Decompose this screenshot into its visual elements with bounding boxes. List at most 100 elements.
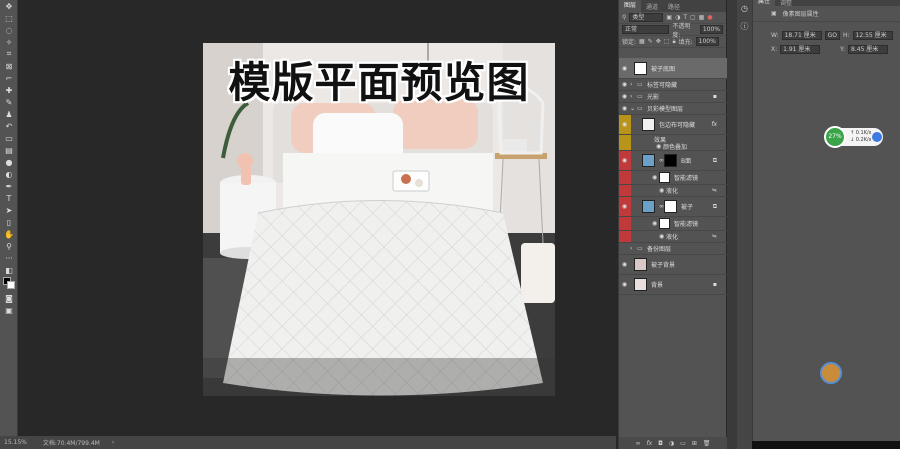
filter-options-icon[interactable]: ≒ (712, 187, 717, 194)
effect-row[interactable]: ◉ 颜色叠加 (619, 143, 727, 151)
visibility-eye-icon[interactable]: ◉ (619, 105, 630, 112)
expand-arrow-icon[interactable]: › (630, 245, 637, 252)
zoom-tool-icon[interactable]: ⚲ (0, 240, 18, 252)
expand-arrow-icon[interactable]: › (630, 81, 637, 88)
color-swatches[interactable] (0, 276, 17, 292)
document-canvas[interactable]: 模版平面预览图 (203, 43, 555, 396)
blend-mode-select[interactable]: 正常 (622, 25, 670, 34)
magic-wand-icon[interactable]: ✧ (0, 36, 18, 48)
visibility-eye-icon[interactable]: ◉ (659, 187, 666, 194)
accelerate-icon[interactable] (872, 132, 882, 142)
network-speed-widget[interactable]: 27% ↑ 0.1K/s ↓ 0.2K/s (824, 126, 883, 148)
smart-filter-row[interactable]: ◉ 智能滤镜 (619, 217, 727, 231)
pen-tool-icon[interactable]: ✒ (0, 180, 18, 192)
layer-group-row[interactable]: ◉ ⌄ ▭ 贝彩模型图层 (619, 103, 727, 115)
layer-row[interactable]: ◉ ∞ 被子 ⧉ (619, 197, 727, 217)
filter-options-icon[interactable]: ≒ (712, 233, 717, 240)
layer-filter-select[interactable]: 类型 (629, 13, 664, 22)
add-mask-icon[interactable]: ◘ (658, 440, 663, 447)
lock-artboard-icon[interactable]: ⬚ (664, 38, 670, 45)
lock-all-icon[interactable]: 🔒︎ (672, 38, 675, 46)
expand-arrow-icon[interactable]: ⌄ (630, 105, 637, 112)
lock-paint-icon[interactable]: ✎ (648, 38, 653, 45)
tab-adjustments[interactable]: 调整 (775, 0, 797, 6)
adjustment-layer-icon[interactable]: ◑ (669, 440, 674, 447)
smart-filter-row[interactable]: ◉ 智能滤镜 (619, 171, 727, 185)
tab-layers[interactable]: 图层 (619, 0, 642, 12)
canvas-area[interactable]: 模版平面预览图 (18, 0, 618, 436)
document-info[interactable]: 文档:70.4M/799.4M (43, 438, 100, 447)
link-layers-icon[interactable]: ∞ (636, 440, 641, 447)
tab-properties[interactable]: 属性 (753, 0, 776, 6)
x-input[interactable]: 1.91 厘米 (780, 44, 821, 54)
fill-input[interactable]: 100% (695, 37, 719, 46)
width-input[interactable]: 18.71 厘米 (781, 30, 822, 40)
zoom-level[interactable]: 15.15% (4, 439, 27, 446)
move-tool-icon[interactable]: ✥ (0, 0, 18, 12)
filter-pixel-icon[interactable]: ▣ (666, 14, 672, 21)
visibility-eye-icon[interactable]: ◉ (619, 93, 630, 100)
info-icon[interactable]: ⓘ (737, 21, 752, 32)
link-dimensions-button[interactable]: GO (824, 30, 840, 40)
height-input[interactable]: 12.55 厘米 (852, 30, 893, 40)
lock-move-icon[interactable]: ✥ (656, 38, 661, 45)
brush-tool-icon[interactable]: ✎ (0, 96, 18, 108)
frame-tool-icon[interactable]: ⊠ (0, 60, 18, 72)
hand-tool-icon[interactable]: ✋ (0, 228, 18, 240)
visibility-eye-icon[interactable]: ◉ (619, 261, 630, 268)
layer-row[interactable]: ◉ 包边布可隐藏 fx (619, 115, 727, 135)
visibility-eye-icon[interactable]: ◉ (659, 233, 666, 240)
filter-smart-icon[interactable]: ▦ (699, 14, 705, 21)
tab-paths[interactable]: 路径 (663, 2, 685, 11)
healing-brush-icon[interactable]: ✚ (0, 84, 18, 96)
eraser-tool-icon[interactable]: ▭ (0, 132, 18, 144)
visibility-eye-icon[interactable]: ◉ (619, 245, 630, 252)
tab-channels[interactable]: 通道 (641, 2, 663, 11)
marquee-tool-icon[interactable]: ⬚ (0, 12, 18, 24)
new-group-icon[interactable]: ▭ (680, 440, 686, 447)
visibility-eye-icon[interactable]: ◉ (652, 220, 659, 227)
type-tool-icon[interactable]: T (0, 192, 18, 204)
layer-group-row[interactable]: ◉ › ▭ 备份图层 (619, 243, 727, 255)
more-tools-icon[interactable]: ··· (0, 252, 18, 264)
new-layer-icon[interactable]: ⊞ (692, 440, 697, 447)
visibility-eye-icon[interactable]: ◉ (619, 203, 630, 210)
visibility-eye-icon[interactable]: ◉ (652, 174, 659, 181)
eyedropper-icon[interactable]: ⌐ (0, 72, 18, 84)
panel-collapse-strip[interactable] (727, 0, 737, 449)
visibility-eye-icon[interactable]: ◉ (619, 281, 630, 288)
rectangle-tool-icon[interactable]: ▯ (0, 216, 18, 228)
history-brush-icon[interactable]: ↶ (0, 120, 18, 132)
quick-mask-icon[interactable]: ◙ (0, 292, 18, 304)
visibility-eye-icon[interactable]: ◉ (619, 157, 630, 164)
layer-group-row[interactable]: ◉ › ▭ 标签可隐藏 (619, 79, 727, 91)
blur-tool-icon[interactable]: ● (0, 156, 18, 168)
visibility-eye-icon[interactable]: ◉ (619, 121, 630, 128)
filter-toggle-icon[interactable]: ● (707, 14, 712, 21)
y-input[interactable]: 8.45 厘米 (848, 44, 889, 54)
stamp-tool-icon[interactable]: ♟ (0, 108, 18, 120)
delete-layer-icon[interactable]: 🗑︎ (703, 440, 711, 447)
layer-row[interactable]: ◉ ∞ B面 ⧉ (619, 151, 727, 171)
lock-pixels-icon[interactable]: ▦ (639, 38, 645, 45)
smart-filter-row[interactable]: ◉ 液化 ≒ (619, 231, 727, 243)
lasso-tool-icon[interactable]: ◌ (0, 24, 18, 36)
opacity-input[interactable]: 100% (699, 25, 723, 34)
visibility-eye-icon[interactable]: ◉ (619, 65, 630, 72)
default-colors-icon[interactable]: ◧ (0, 264, 18, 276)
path-select-icon[interactable]: ➤ (0, 204, 18, 216)
layer-row[interactable]: ◉ 被子底图 (619, 58, 727, 79)
status-arrow-icon[interactable]: › (112, 439, 114, 446)
visibility-eye-icon[interactable]: ◉ (656, 143, 663, 150)
expand-arrow-icon[interactable]: › (630, 93, 637, 100)
gradient-tool-icon[interactable]: ▤ (0, 144, 18, 156)
screen-mode-icon[interactable]: ▣ (0, 304, 18, 316)
dodge-tool-icon[interactable]: ◐ (0, 168, 18, 180)
layer-group-row[interactable]: ◉ › ▭ 光影 ▪ (619, 91, 727, 103)
smart-filter-row[interactable]: ◉ 液化 ≒ (619, 185, 727, 197)
fx-icon[interactable]: fx (647, 440, 653, 447)
layer-row[interactable]: ◉ 被子背景 (619, 255, 727, 275)
history-icon[interactable]: ◷ (737, 4, 752, 13)
visibility-eye-icon[interactable]: ◉ (619, 81, 630, 88)
layer-row[interactable]: ◉ 背景 ▪ (619, 275, 727, 295)
